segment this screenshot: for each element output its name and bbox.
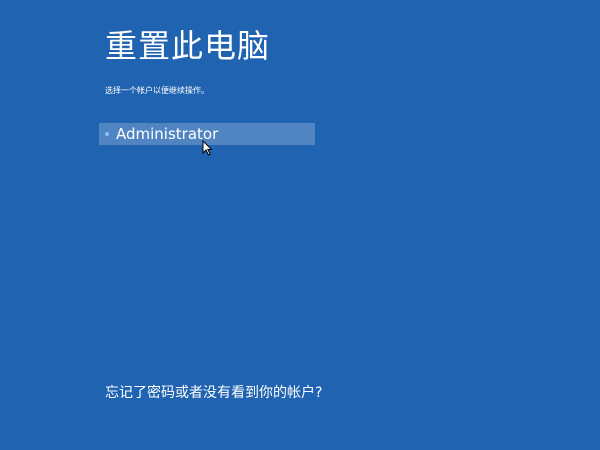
forgot-password-link[interactable]: 忘记了密码或者没有看到你的帐户? — [105, 383, 322, 403]
mouse-pointer-icon — [202, 140, 212, 156]
bullet-icon — [105, 132, 109, 136]
page-subtitle: 选择一个帐户以便继续操作。 — [105, 86, 209, 95]
reset-pc-screen: 重置此电脑 选择一个帐户以便继续操作。 Administrator 忘记了密码或… — [0, 0, 600, 450]
page-title: 重置此电脑 — [105, 27, 271, 65]
